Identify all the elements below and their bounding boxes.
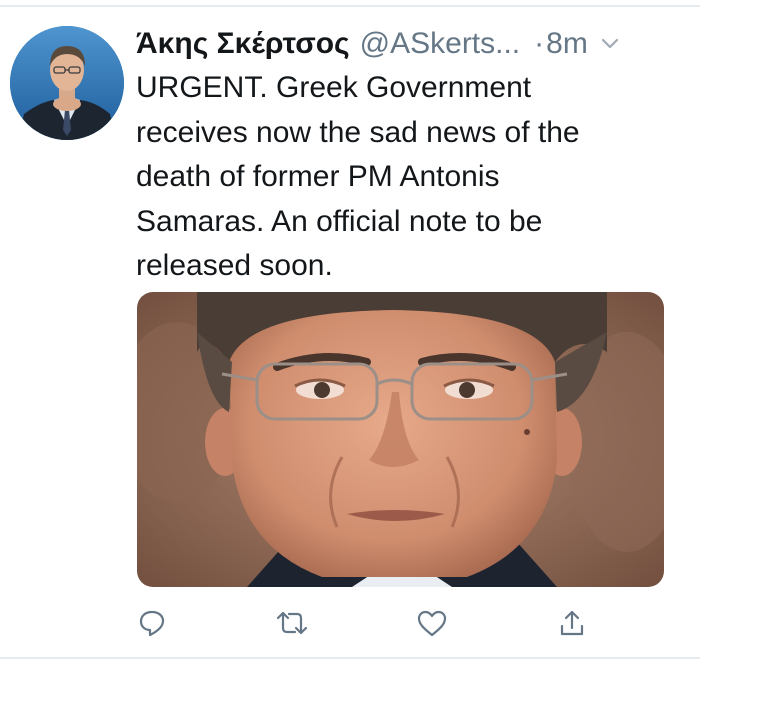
tweet-text-line: Samaras. An official note to be	[136, 204, 543, 238]
reply-button[interactable]	[132, 605, 172, 645]
avatar[interactable]	[10, 26, 124, 140]
heart-icon	[416, 608, 448, 643]
tweet-text: URGENT. Greek Government receives now th…	[136, 66, 676, 289]
share-icon	[557, 608, 587, 643]
retweet-button[interactable]	[272, 605, 312, 645]
tweet-text-line: receives now the sad news of the	[136, 115, 580, 149]
retweet-icon	[274, 608, 310, 643]
reply-icon	[137, 608, 167, 643]
like-button[interactable]	[412, 605, 452, 645]
tweet-actions	[136, 605, 596, 645]
tweet-card[interactable]: Άκης Σκέρτσος @ASkerts... · 8m URGENT. G…	[0, 0, 775, 713]
tweet-text-line: released soon.	[136, 249, 333, 283]
tweet-text-line: death of former PM Antonis	[136, 160, 500, 194]
portrait-photo	[137, 292, 664, 587]
tweet-text-line: URGENT. Greek Government	[136, 71, 532, 104]
share-button[interactable]	[552, 605, 592, 645]
tweet-photo[interactable]	[137, 292, 664, 587]
avatar-image	[10, 26, 124, 140]
chevron-down-icon[interactable]	[600, 37, 620, 51]
separator-dot: ·	[534, 27, 545, 60]
user-handle[interactable]: @ASkerts...	[360, 22, 521, 66]
top-divider	[0, 5, 700, 7]
timestamp[interactable]: 8m	[546, 22, 588, 66]
tweet-header: Άκης Σκέρτσος @ASkerts... · 8m	[136, 22, 676, 66]
display-name[interactable]: Άκης Σκέρτσος	[136, 22, 350, 66]
bottom-divider	[0, 657, 700, 659]
